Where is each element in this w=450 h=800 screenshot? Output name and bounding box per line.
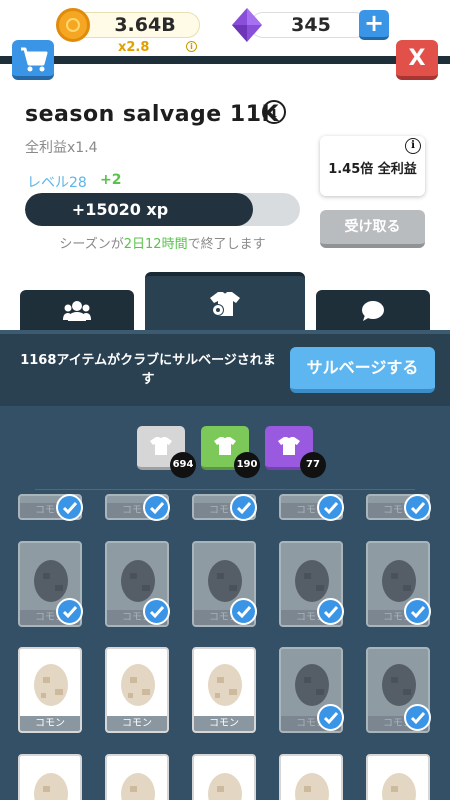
selected-check-icon [143,598,170,625]
users-icon [63,301,91,321]
profit-info-icon[interactable]: i [405,138,421,154]
multiplier-info-icon[interactable]: i [186,41,197,52]
selected-check-icon [317,598,344,625]
selected-check-icon [56,598,83,625]
title-info-icon[interactable]: i [262,100,286,124]
item-rarity-label: コモン [107,716,167,731]
gem-balance: 345 [291,14,331,36]
filter-common-count: 694 [170,452,196,478]
season-end-hours: 12時間 [145,237,188,252]
selected-check-icon [404,494,431,521]
item-card[interactable] [18,754,82,800]
selected-check-icon [317,704,344,731]
gem-icon [232,8,262,42]
egg-icon [382,773,416,800]
profit-multiplier-text: 全利益x1.4 [25,140,98,156]
egg-icon [34,773,68,800]
profit-reward-text: 1.45倍 全利益 [328,162,417,177]
add-gems-button[interactable]: + [359,10,389,40]
divider [35,489,415,490]
item-card[interactable] [366,754,430,800]
egg-icon [121,560,155,602]
chat-bubble-icon [362,301,384,321]
coin-balance: 3.64B [114,14,176,36]
egg-icon [208,560,242,602]
season-end-text: シーズンが2日12時間で終了します [25,233,300,252]
item-card[interactable]: コモン [192,647,256,733]
selected-check-icon [404,704,431,731]
egg-icon [208,664,242,706]
season-end-suffix: で終了します [187,237,266,252]
shirt-icon [150,437,172,455]
tab-salvage[interactable] [145,272,305,332]
egg-icon [382,560,416,602]
egg-icon [208,773,242,800]
shop-cart-button[interactable] [12,40,54,80]
selected-check-icon [143,494,170,521]
egg-icon [121,773,155,800]
coin-multiplier: x2.8 [118,40,150,55]
salvage-button[interactable]: サルベージする [290,347,435,393]
item-card[interactable] [279,754,343,800]
egg-icon [34,560,68,602]
egg-icon [382,664,416,706]
item-card[interactable]: コモン [105,647,169,733]
filter-rare-count: 77 [300,452,326,478]
page-title: season salvage 11K [25,102,280,127]
season-end-prefix: シーズンが [59,237,124,252]
cart-icon [21,47,48,72]
item-card[interactable] [105,754,169,800]
coin-icon [56,8,90,42]
close-button[interactable]: X [396,40,438,80]
xp-text: +15020 xp [71,200,169,219]
selected-check-icon [230,494,257,521]
selected-check-icon [404,598,431,625]
shirt-icon [278,437,300,455]
profit-reward-box: i 1.45倍 全利益 [320,136,425,196]
item-card[interactable]: コモン [18,647,82,733]
egg-icon [295,560,329,602]
filter-uncommon-count: 190 [234,452,260,478]
season-end-days: 2日 [123,237,146,252]
selected-check-icon [230,598,257,625]
item-rarity-label: コモン [194,716,254,731]
top-bar-strip [0,56,450,64]
claim-button[interactable]: 受け取る [320,210,425,248]
item-rarity-label: コモン [20,716,80,731]
selected-check-icon [317,494,344,521]
salvage-banner-text: 1168アイテムがクラブにサルベージされます [20,353,276,387]
egg-icon [295,664,329,706]
tab-club[interactable] [20,290,134,332]
selected-check-icon [56,494,83,521]
level-gain: +2 [100,172,122,188]
level-label: レベル28 [27,175,87,191]
egg-icon [295,773,329,800]
tab-chat[interactable] [316,290,430,332]
item-card[interactable] [192,754,256,800]
shirt-gear-icon [210,292,240,316]
egg-icon [34,664,68,706]
egg-icon [121,664,155,706]
shirt-icon [214,437,236,455]
